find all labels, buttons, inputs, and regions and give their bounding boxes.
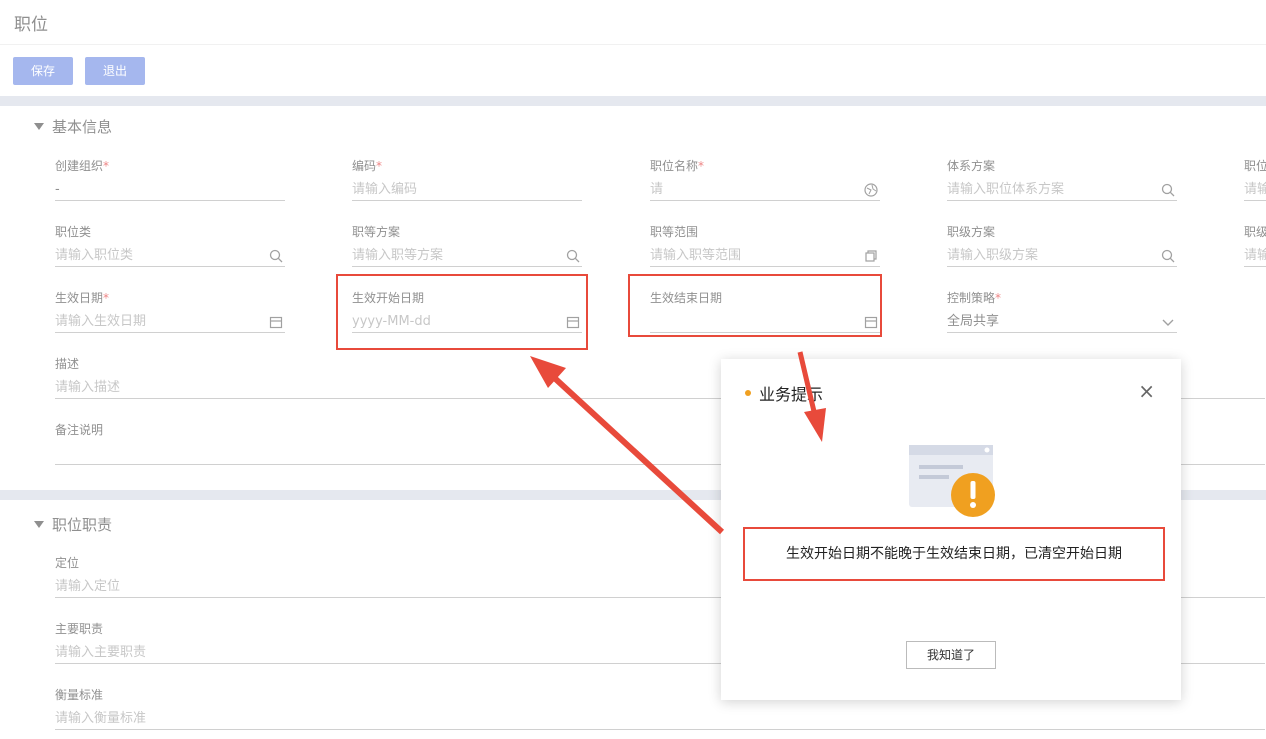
arrow-head-down — [804, 408, 826, 442]
annotation-arrows — [530, 351, 826, 535]
